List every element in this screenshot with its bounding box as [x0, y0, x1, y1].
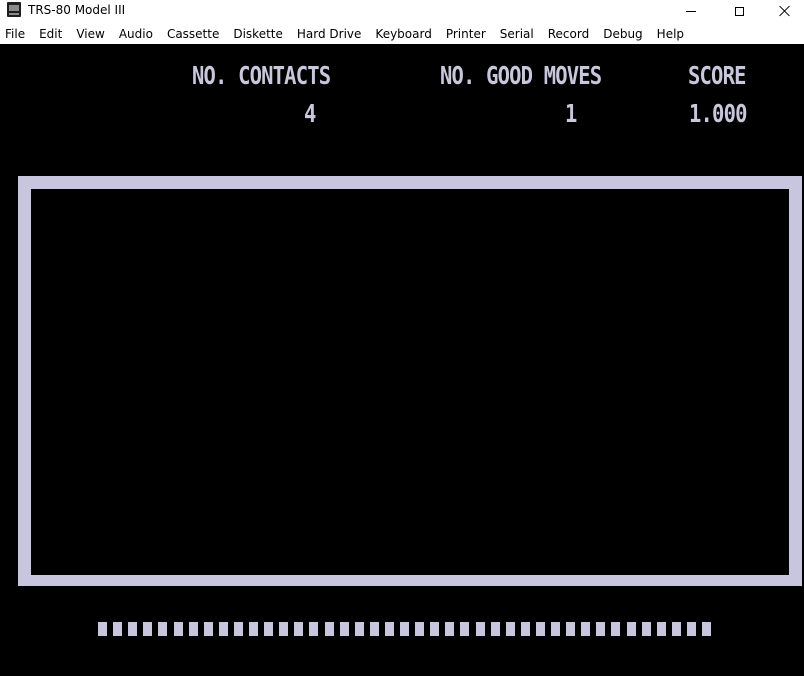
progress-segment	[113, 622, 123, 636]
progress-segment	[188, 622, 198, 636]
progress-segment	[143, 622, 153, 636]
progress-segment	[641, 622, 651, 636]
progress-segment	[551, 622, 560, 636]
menu-bar: File Edit View Audio Cassette Diskette H…	[0, 24, 804, 44]
progress-segment	[128, 622, 138, 636]
progress-segment	[460, 622, 470, 636]
progress-segment	[203, 622, 213, 636]
menu-record[interactable]: Record	[541, 24, 596, 44]
maximize-button[interactable]	[716, 0, 762, 22]
progress-segment	[596, 622, 606, 636]
progress-segment	[400, 622, 409, 636]
menu-printer[interactable]: Printer	[439, 24, 493, 44]
menu-diskette[interactable]: Diskette	[226, 24, 290, 44]
progress-segment	[445, 622, 455, 636]
score-header: SCORE	[688, 61, 746, 90]
menu-help[interactable]: Help	[650, 24, 691, 44]
progress-segment	[535, 622, 545, 636]
contacts-value: 4	[304, 99, 316, 128]
progress-segment	[475, 622, 485, 636]
progress-segment	[339, 622, 349, 636]
menu-view[interactable]: View	[69, 24, 111, 44]
progress-segment	[218, 622, 228, 636]
menu-edit[interactable]: Edit	[32, 24, 69, 44]
progress-segment	[233, 622, 243, 636]
progress-segment	[626, 622, 636, 636]
contacts-header: NO. CONTACTS	[192, 61, 331, 90]
progress-segment	[671, 622, 681, 636]
menu-file[interactable]: File	[0, 24, 32, 44]
minimize-button[interactable]	[668, 0, 714, 22]
trs80-app-icon	[7, 2, 21, 17]
emulator-screen[interactable]: NO. CONTACTS NO. GOOD MOVES SCORE 4 1 1.…	[0, 44, 804, 676]
good-moves-value: 1	[565, 99, 577, 128]
progress-segment	[430, 622, 440, 636]
maximize-icon	[734, 6, 744, 16]
progress-segment	[249, 622, 258, 636]
progress-segment	[686, 622, 696, 636]
progress-segment	[173, 622, 183, 636]
menu-serial[interactable]: Serial	[493, 24, 541, 44]
progress-segment	[611, 622, 621, 636]
progress-segment	[520, 622, 530, 636]
close-icon	[779, 5, 791, 17]
progress-segment	[98, 622, 107, 636]
menu-cassette[interactable]: Cassette	[160, 24, 226, 44]
progress-segment	[566, 622, 576, 636]
progress-segment	[369, 622, 379, 636]
title-bar: TRS-80 Model III	[0, 0, 804, 22]
progress-segment	[309, 622, 319, 636]
progress-segment	[490, 622, 500, 636]
menu-hard-drive[interactable]: Hard Drive	[290, 24, 369, 44]
progress-segment	[354, 622, 364, 636]
progress-segment	[505, 622, 515, 636]
menu-audio[interactable]: Audio	[112, 24, 160, 44]
close-button[interactable]	[762, 0, 804, 22]
progress-segment	[264, 622, 274, 636]
menu-debug[interactable]: Debug	[596, 24, 649, 44]
progress-indicator	[98, 622, 718, 636]
menu-keyboard[interactable]: Keyboard	[368, 24, 438, 44]
progress-segment	[158, 622, 168, 636]
progress-segment	[702, 622, 711, 636]
minimize-icon	[686, 10, 696, 12]
game-board-frame	[18, 176, 802, 586]
progress-segment	[279, 622, 289, 636]
progress-segment	[324, 622, 334, 636]
progress-segment	[656, 622, 666, 636]
good-moves-header: NO. GOOD MOVES	[440, 61, 602, 90]
score-value: 1.000	[689, 99, 747, 128]
progress-segment	[581, 622, 591, 636]
progress-segment	[384, 622, 394, 636]
progress-segment	[415, 622, 425, 636]
progress-segment	[294, 622, 304, 636]
window-title: TRS-80 Model III	[28, 3, 126, 17]
